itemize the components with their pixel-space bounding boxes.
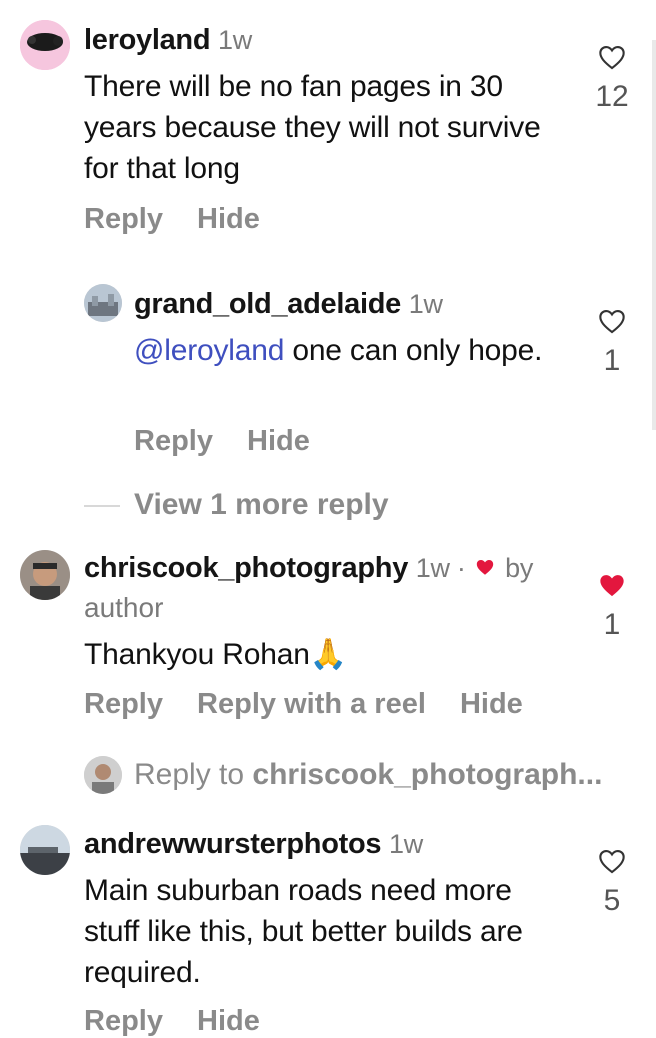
like-count: 5 — [603, 884, 621, 917]
reply-to-user: chriscook_photograph... — [252, 758, 603, 791]
like-count: 12 — [595, 80, 629, 113]
comment-actions: Reply Hide — [84, 1005, 286, 1038]
heart-filled-icon[interactable] — [598, 572, 626, 598]
reply-to-avatar — [84, 756, 122, 794]
heart-filled-icon — [477, 560, 494, 576]
like-count: 1 — [603, 344, 621, 377]
heart-outline-icon[interactable] — [598, 44, 626, 70]
comment-username[interactable]: grand_old_adelaide 1w — [134, 288, 443, 321]
comment-text: Main suburban roads need more stuff like… — [84, 874, 523, 989]
comment-username[interactable]: chriscook_photography 1w · by — [84, 552, 533, 585]
comment-time: 1w — [408, 289, 443, 319]
reply-button[interactable]: Reply — [134, 425, 213, 457]
hide-button[interactable]: Hide — [197, 203, 260, 235]
like-count: 1 — [603, 608, 621, 641]
reply-with-reel-button[interactable]: Reply with a reel — [197, 688, 426, 720]
divider-line — [84, 505, 120, 508]
comment-time: 1w — [218, 25, 252, 55]
username-text[interactable]: grand_old_adelaide — [134, 288, 401, 320]
like-button[interactable]: 5 — [582, 848, 642, 918]
like-button[interactable]: 1 — [582, 572, 642, 642]
comment-time: 1w — [389, 829, 423, 859]
avatar[interactable] — [20, 825, 70, 875]
username-text[interactable]: chriscook_photography — [84, 552, 408, 584]
comment-time: 1w · — [415, 553, 466, 583]
comment-text: Thankyou Rohan🙏 — [84, 638, 347, 671]
comment-actions: Reply Reply with a reel Hide — [84, 688, 549, 721]
author-label: author — [84, 592, 164, 623]
comment-text: There will be no fan pages in 30 years b… — [84, 70, 541, 185]
avatar[interactable] — [20, 550, 70, 600]
reply-button[interactable]: Reply — [84, 203, 163, 235]
view-more-replies-button[interactable]: View 1 more reply — [84, 488, 389, 522]
comment-text: @leroyland one can only hope. — [134, 334, 543, 367]
reply-to-input[interactable]: Reply to chriscook_photograph... — [134, 758, 602, 792]
like-button[interactable]: 1 — [582, 308, 642, 378]
mention-link[interactable]: @leroyland — [134, 334, 284, 367]
comment-actions: Reply Hide — [134, 425, 336, 458]
like-button[interactable]: 12 — [582, 44, 642, 114]
hide-button[interactable]: Hide — [247, 425, 310, 457]
heart-outline-icon[interactable] — [598, 308, 626, 334]
hide-button[interactable]: Hide — [197, 1005, 260, 1037]
comment-username[interactable]: andrewwursterphotos 1w — [84, 828, 423, 861]
hide-button[interactable]: Hide — [460, 688, 523, 720]
username-text[interactable]: andrewwursterphotos — [84, 828, 382, 860]
comment-actions: Reply Hide — [84, 203, 286, 236]
avatar[interactable] — [84, 284, 122, 322]
liked-by-label: by — [505, 553, 534, 583]
heart-outline-icon[interactable] — [598, 848, 626, 874]
reply-button[interactable]: Reply — [84, 1005, 163, 1037]
scrollbar[interactable] — [652, 40, 656, 430]
comment-username[interactable]: leroyland 1w — [84, 24, 252, 57]
avatar[interactable] — [20, 20, 70, 70]
reply-button[interactable]: Reply — [84, 688, 163, 720]
username-text[interactable]: leroyland — [84, 24, 211, 56]
